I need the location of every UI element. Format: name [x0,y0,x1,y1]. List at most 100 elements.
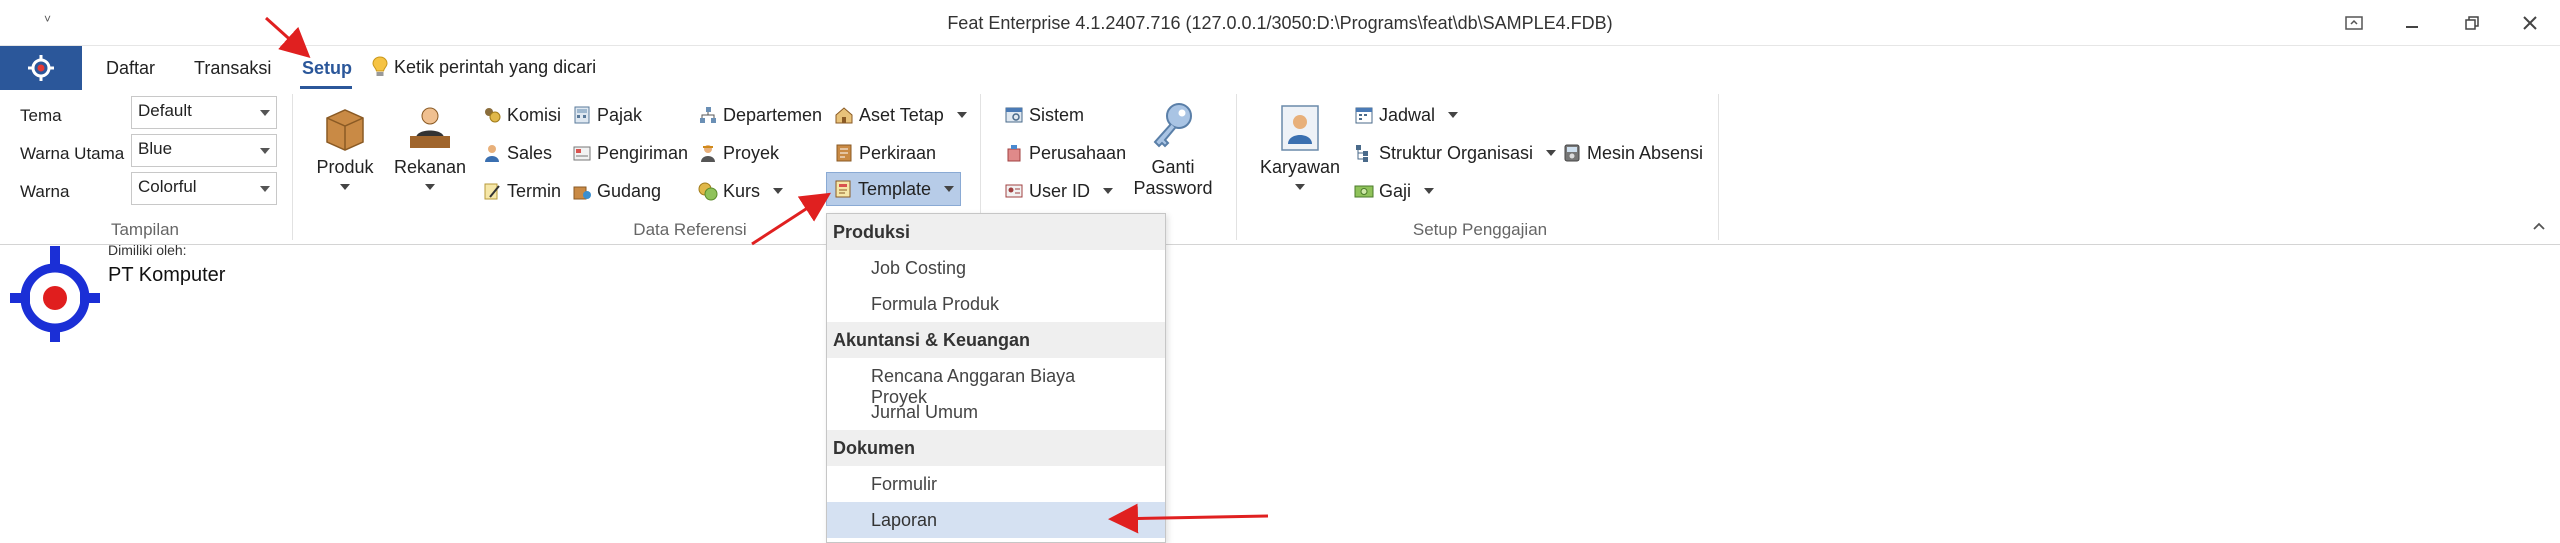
warna-value: Colorful [138,177,197,196]
chevron-down-icon [1448,112,1459,118]
menu-heading-akuntansi: Akuntansi & Keuangan [827,322,1165,358]
group-label-tampilan: Tampilan [110,220,180,239]
tab-daftar[interactable]: Daftar [106,58,155,79]
komisi-label: Komisi [507,104,562,125]
perusahaan-button[interactable]: Perusahaan [1004,138,1126,168]
warehouse-icon [573,186,591,200]
user-id-button[interactable]: User ID [1004,176,1114,206]
perkiraan-button[interactable]: Perkiraan [834,138,936,168]
ribbon-display-options-button[interactable] [2334,6,2374,40]
menu-item-rab-proyek[interactable]: Rencana Anggaran Biaya Proyek [827,358,1165,407]
menu-item-job-costing[interactable]: Job Costing [827,250,1165,286]
group-separator [1718,94,1719,240]
template-dropdown-menu: Produksi Job Costing Formula Produk Akun… [826,213,1166,543]
pengiriman-button[interactable]: Pengiriman [572,138,688,168]
menu-item-laporan[interactable]: Laporan [827,502,1165,538]
warna-label: Warna [20,182,70,201]
jadwal-button[interactable]: Jadwal [1354,100,1459,130]
window-title: Feat Enterprise 4.1.2407.716 (127.0.0.1/… [947,13,1613,33]
warna-utama-select[interactable]: Blue [131,134,277,167]
chevron-down-icon [1424,188,1435,194]
money-icon [1354,185,1374,198]
chevron-down-icon [260,148,270,154]
hierarchy-icon [1356,145,1368,162]
aset-tetap-button[interactable]: Aset Tetap [834,100,967,130]
password-label: Password [1133,178,1213,198]
pajak-button[interactable]: Pajak [572,100,642,130]
chevron-down-icon [773,188,784,194]
app-menu-button[interactable] [0,46,82,90]
minimize-button[interactable] [2392,6,2432,40]
gaji-button[interactable]: Gaji [1354,176,1435,206]
struktur-label: Struktur Organisasi [1379,142,1534,163]
shipping-icon [573,146,591,161]
command-search-hint: Ketik perintah yang dicari [394,56,597,77]
user-card-icon [1005,184,1023,198]
ganti-password-button[interactable]: Ganti Password [1132,100,1214,199]
coins-people-icon [485,108,501,123]
template-label: Template [858,178,932,199]
user-id-label: User ID [1029,180,1091,201]
ledger-icon [836,144,852,162]
chevron-down-icon [1295,184,1305,190]
rekanan-button[interactable]: Rekanan [390,104,470,190]
karyawan-label: Karyawan [1259,157,1341,177]
gaji-label: Gaji [1379,180,1412,201]
calendar-icon [1355,107,1373,124]
company-logo [10,246,100,342]
minimize-icon [2406,26,2418,28]
ganti-label: Ganti [1151,157,1195,177]
menu-heading-produksi: Produksi [827,214,1165,250]
karyawan-button[interactable]: Karyawan [1256,104,1344,190]
komisi-button[interactable]: Komisi [482,100,561,130]
main-content: Dimiliki oleh: PT Komputer [0,242,2560,543]
template-button[interactable]: Template [826,172,962,206]
mesin-absensi-button[interactable]: Mesin Absensi [1562,138,1703,168]
tab-transaksi[interactable]: Transaksi [194,58,271,79]
tab-setup[interactable]: Setup [302,58,352,79]
termin-button[interactable]: Termin [482,176,561,206]
chevron-up-icon [2533,222,2545,230]
gudang-button[interactable]: Gudang [572,176,661,206]
termin-label: Termin [507,180,562,201]
produk-label: Produk [316,157,374,177]
chevron-down-icon [956,112,967,118]
command-search[interactable]: Ketik perintah yang dicari [372,56,596,78]
person-desk-icon [410,107,450,148]
struktur-organisasi-button[interactable]: Struktur Organisasi [1354,138,1557,168]
aset-tetap-label: Aset Tetap [859,104,944,125]
proyek-label: Proyek [723,142,780,163]
company-name: PT Komputer [108,264,226,286]
active-tab-indicator [300,86,352,89]
group-label-setup-penggajian: Setup Penggajian [1412,220,1548,239]
departemen-button[interactable]: Departemen [698,100,822,130]
chevron-down-icon [1103,188,1114,194]
close-button[interactable] [2510,6,2550,40]
chevron-down-icon [425,184,435,190]
calculator-icon [574,106,590,124]
tema-label: Tema [20,106,62,125]
house-icon [835,107,853,124]
warna-utama-value: Blue [138,139,173,158]
group-separator [1236,94,1237,240]
employee-card-icon [1281,105,1319,151]
menu-item-formula-produk[interactable]: Formula Produk [827,286,1165,322]
chevron-down-icon [260,186,270,192]
menu-item-formulir[interactable]: Formulir [827,466,1165,502]
proyek-button[interactable]: Proyek [698,138,779,168]
user-icon [485,145,499,162]
sistem-button[interactable]: Sistem [1004,100,1084,130]
currency-icon [698,182,718,201]
kurs-button[interactable]: Kurs [698,176,784,206]
tema-select[interactable]: Default [131,96,277,129]
warna-utama-label: Warna Utama [20,144,125,163]
sales-button[interactable]: Sales [482,138,552,168]
group-label-data-referensi: Data Referensi [633,220,747,239]
pen-paper-icon [484,183,500,200]
restore-button[interactable] [2452,6,2492,40]
collapse-ribbon-button[interactable] [2532,218,2546,234]
box-icon [326,109,364,151]
produk-button[interactable]: Produk [310,104,380,190]
owned-by-label: Dimiliki oleh: [108,242,187,258]
warna-select[interactable]: Colorful [131,172,277,205]
